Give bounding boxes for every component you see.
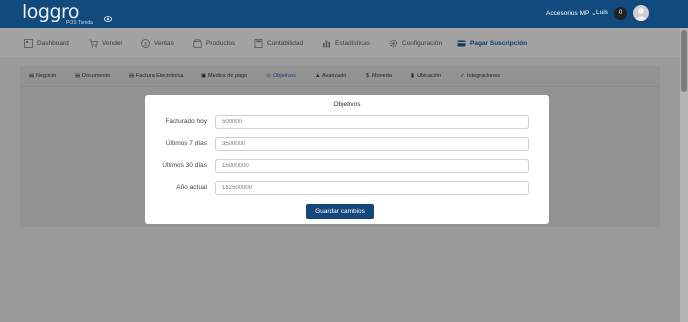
modal-title: Objetivos (333, 101, 361, 108)
wallet-icon: ▣ (201, 73, 207, 79)
nav-label: Ventas (154, 39, 174, 47)
tab-negocio[interactable]: ▤ Negocio (29, 73, 56, 79)
calculator-icon (254, 38, 263, 48)
avatar[interactable] (633, 5, 649, 21)
dollar-icon: $ (141, 38, 150, 48)
store-selector[interactable]: Accesorios MP ⌄ (546, 9, 596, 17)
nav-item-vender[interactable]: Vender (89, 38, 123, 48)
dashboard-icon (24, 38, 33, 48)
cart-icon (89, 39, 98, 47)
tab-medios-de-pago[interactable]: ▣ Medios de pago (201, 73, 247, 79)
tab-factura-electronica[interactable]: ▤ Factura Electrónica (129, 73, 183, 79)
nav-label: Contabilidad (267, 39, 304, 47)
store-icon: ▤ (29, 73, 35, 79)
location-icon: ▮ (410, 73, 415, 79)
tab-label: Medios de pago (208, 73, 248, 79)
bar-chart-icon (323, 40, 330, 47)
logo-subtitle: POS Tienda (66, 20, 93, 26)
tab-label: Moneda (372, 73, 392, 79)
nav-label: Estadísticas (335, 39, 371, 47)
tab-divider (20, 86, 660, 87)
facturado-hoy-input[interactable] (215, 115, 529, 129)
nav-item-pagar-suscripcion[interactable]: Pagar Suscripción (457, 38, 527, 48)
nav-item-estadisticas[interactable]: Estadísticas (322, 38, 370, 48)
tab-label: Objetivos (273, 73, 296, 79)
eye-icon[interactable] (104, 16, 112, 22)
field-label-ultimos-7-dias: Últimos 7 días (165, 140, 207, 147)
field-label-ultimos-30-dias: Últimos 30 días (162, 162, 207, 169)
nav-item-contabilidad[interactable]: Contabilidad (254, 38, 303, 48)
gear-icon (389, 39, 398, 47)
nav-label: Pagar Suscripción (470, 39, 528, 47)
tab-moneda[interactable]: $ Moneda (365, 73, 392, 79)
tab-label: Avanzado (322, 73, 347, 79)
tab-label: Integraciones (467, 73, 501, 79)
top-header: loggro POS Tienda Accesorios MP ⌄ Luis 0 (0, 0, 688, 28)
tab-label: Negocio (36, 73, 57, 79)
user-name[interactable]: Luis (596, 9, 608, 16)
check-icon: ✓ (460, 73, 465, 79)
document-icon: ▤ (75, 73, 81, 79)
tab-avanzado[interactable]: ▲ Avanzado (315, 73, 346, 79)
box-icon (193, 38, 202, 48)
nav-item-productos[interactable]: Productos (193, 38, 235, 48)
nav-item-dashboard[interactable]: Dashboard (24, 38, 69, 48)
rocket-icon: ▲ (315, 73, 321, 79)
svg-text:$: $ (144, 41, 148, 47)
nav-item-ventas[interactable]: $ Ventas (141, 38, 174, 48)
ultimos-7-dias-input[interactable] (215, 137, 529, 151)
nav-label: Vender (102, 39, 123, 47)
tab-label: Factura Electrónica (136, 73, 184, 79)
target-icon: ◎ (266, 73, 271, 79)
tab-objetivos[interactable]: ◎ Objetivos (266, 73, 296, 79)
nav-label: Dashboard (37, 39, 69, 47)
ultimos-30-dias-input[interactable] (215, 159, 529, 173)
user-avatar-icon (635, 8, 647, 21)
settings-tabs: ▤ Negocio ▤ Documento ▤ Factura Electrón… (20, 66, 660, 86)
nav-label: Configuración (402, 39, 443, 47)
tab-label: Ubicación (417, 73, 442, 79)
tab-ubicacion[interactable]: ▮ Ubicación (410, 73, 441, 79)
tab-integraciones[interactable]: ✓ Integraciones (460, 73, 500, 79)
nav-item-configuracion[interactable]: Configuración (389, 38, 442, 48)
card-icon (457, 40, 466, 46)
tab-documento[interactable]: ▤ Documento (75, 73, 110, 79)
notification-badge[interactable]: 0 (614, 7, 627, 20)
field-label-ano-actual: Año actual (176, 184, 207, 191)
save-button[interactable]: Guardar cambios (306, 204, 374, 219)
scrollbar-thumb[interactable] (681, 30, 687, 92)
ano-actual-input[interactable] (215, 181, 529, 195)
objetivos-modal: Objetivos Facturado hoy Últimos 7 días Ú… (145, 95, 549, 224)
nav-label: Productos (206, 39, 236, 47)
invoice-icon: ▤ (129, 73, 135, 79)
tab-label: Documento (82, 73, 111, 79)
currency-icon: $ (365, 73, 370, 79)
main-nav: Dashboard Vender $ Ventas Productos Cont… (0, 28, 680, 57)
field-label-facturado-hoy: Facturado hoy (165, 118, 207, 125)
